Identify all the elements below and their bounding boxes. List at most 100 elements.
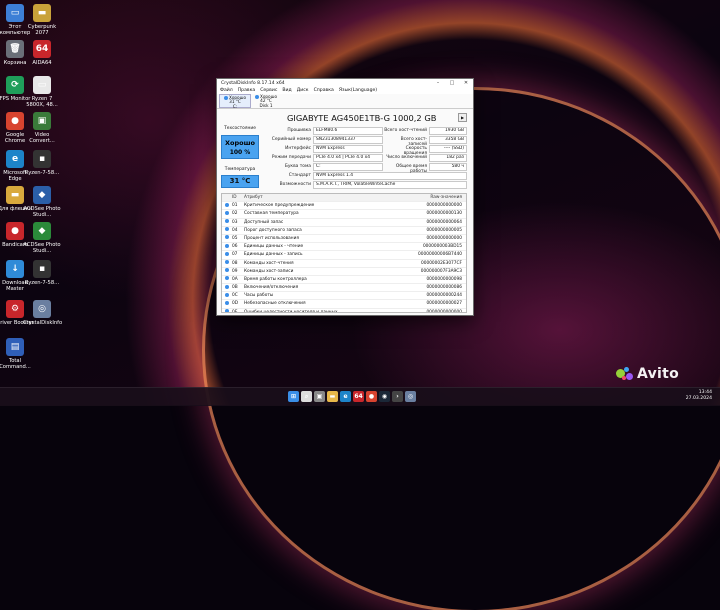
row-id: 0E [232, 309, 238, 313]
window-titlebar[interactable]: CrystalDiskInfo 8.17.14 x64 – □ ✕ [217, 79, 473, 87]
app-icon: ▭ [6, 4, 24, 22]
desktop-icon-label: AIDA64 [32, 60, 52, 66]
desktop-icon-label: Ryzen 7 5800X, 48... [26, 96, 58, 108]
power-hours-label: Общее время работы [395, 164, 427, 174]
table-row[interactable]: 02 Составная температура 0000000000130 [222, 210, 466, 219]
disk-tab-disk1[interactable]: Хорошо 42 °C Disk 1 [251, 94, 281, 108]
desktop-icon-label: ACDSee Photo Studi... [23, 242, 61, 254]
status-dot-icon [225, 268, 229, 273]
chrome-icon[interactable]: ● [366, 391, 377, 402]
menu-edit[interactable]: Правка [238, 88, 255, 93]
row-attribute: Часы работы [244, 293, 274, 299]
steam-icon[interactable]: ◉ [379, 391, 390, 402]
desktop-icon[interactable]: 64 AIDA64 [23, 40, 61, 66]
maximize-icon[interactable]: □ [445, 80, 459, 86]
row-attribute: Команды хост-чтения [244, 260, 294, 266]
avito-watermark: Avito [616, 366, 679, 382]
table-row[interactable]: 03 Доступный запас 0000000000064 [222, 219, 466, 227]
menu-file[interactable]: Файл [220, 88, 233, 93]
desktop-icon[interactable]: ◆ ACDSee Photo Studi... [23, 186, 61, 218]
desktop-icon[interactable]: ▣ Video Convert... [23, 112, 61, 144]
header-raw[interactable]: Raw-значения [419, 194, 466, 201]
desktop-icon[interactable]: ▪ Ryzen-7-58... [23, 260, 61, 286]
terminal-icon[interactable]: › [392, 391, 403, 402]
aida64-icon[interactable]: 64 [353, 391, 364, 402]
table-row[interactable]: 0A Время работы контроллера 0000000000098 [222, 276, 466, 285]
desktop-icon[interactable]: ◎ CrystalDiskInfo [23, 300, 63, 326]
row-attribute: Команды хост-записи [244, 268, 294, 274]
health-status-button[interactable]: Хорошо 100 % [221, 135, 259, 159]
desktop-icon[interactable]: ▤ Total Command... [0, 338, 34, 370]
windows-start-icon[interactable]: ⊞ [288, 391, 299, 402]
edge-icon[interactable]: e [340, 391, 351, 402]
tech-status-label: Техсостояние [224, 126, 256, 131]
menu-view[interactable]: Вид [282, 88, 291, 93]
table-row[interactable]: 01 Критическое предупреждение 000000000000… [222, 202, 466, 211]
header-id[interactable]: ID [232, 194, 244, 201]
app-icon: ◆ [33, 186, 51, 204]
table-row[interactable]: 04 Порог доступного запаса 0000000000005 [222, 227, 466, 235]
drive-title: GIGABYTE AG450E1TB-G 1000,2 GB [287, 113, 437, 123]
explorer-icon[interactable]: ▬ [327, 391, 338, 402]
letter-value: C: [313, 163, 383, 171]
temperature-value[interactable]: 31 °C [221, 175, 259, 188]
disk-tab-c[interactable]: Хорошо 31 °C C: [219, 94, 251, 109]
table-row[interactable]: 08 Команды хост-чтения 00000002E3077CF [222, 260, 466, 268]
task-view-icon[interactable]: ▣ [314, 391, 325, 402]
minimize-icon[interactable]: – [431, 80, 445, 86]
row-id: 0B [232, 285, 238, 291]
row-attribute: Доступный запас [244, 219, 284, 225]
app-icon: ◎ [33, 300, 51, 318]
desktop-icon[interactable]: ▬ Cyberpunk 2077 [23, 4, 61, 36]
menu-disk[interactable]: Диск [297, 88, 309, 93]
table-row[interactable]: 0E Ошибки целостности носителя и данных 00… [222, 309, 466, 313]
system-tray[interactable]: 13:44 27.03.2024 [686, 390, 712, 402]
row-id: 07 [231, 252, 238, 258]
header-attr[interactable]: Атрибут [244, 194, 419, 201]
row-attribute: Небезопасные отключения [244, 301, 306, 307]
status-dot-icon [225, 292, 229, 297]
disk-tabs: Хорошо 31 °C C: Хорошо 42 °C Disk 1 [217, 94, 473, 109]
row-attribute: Порог доступного запаса [244, 227, 302, 233]
crystaldiskinfo-icon[interactable]: ◎ [405, 391, 416, 402]
table-row[interactable]: 07 Единицы данных - запись 00000000006B744… [222, 251, 466, 260]
table-row[interactable]: 0C Часы работы 0000000000244 [222, 292, 466, 301]
menu-language[interactable]: Язык(Language) [339, 88, 377, 93]
table-row[interactable]: 0D Небезопасные отключения 0000000000027 [222, 300, 466, 309]
crystaldiskinfo-window[interactable]: CrystalDiskInfo 8.17.14 x64 – □ ✕ Файл П… [216, 78, 474, 316]
row-raw-value: 0000000000086 [426, 285, 462, 291]
serial-value: SN231308941337 [313, 136, 383, 144]
menu-service[interactable]: Сервис [260, 88, 277, 93]
health-percent: 100 % [229, 149, 251, 156]
desktop-icon-label: Total Command... [0, 358, 31, 370]
interface-value: NVM Express [313, 145, 383, 153]
row-attribute: Процент использования [244, 235, 299, 241]
table-row[interactable]: 06 Единицы данных - чтение 0000000003BD15 [222, 243, 466, 252]
row-attribute: Время работы контроллера [244, 276, 307, 282]
table-row[interactable]: 09 Команды хост-записи 000000007F3A9C3 [222, 268, 466, 276]
row-raw-value: 00000000006B7440 [418, 252, 462, 258]
letter-label: Буква тома [284, 164, 311, 169]
app-icon: ▤ [6, 338, 24, 356]
app-icon: 🗑 [6, 40, 24, 58]
desktop-icon-label: Ryzen-7-58... [24, 170, 60, 176]
smart-table[interactable]: ID Атрибут Raw-значения 01 Критическое пр… [221, 193, 467, 313]
app-icon: ⚙ [6, 300, 24, 318]
table-body: 01 Критическое предупреждение 000000000000… [222, 202, 466, 313]
desktop-icon-label: CrystalDiskInfo [23, 320, 63, 326]
close-icon[interactable]: ✕ [459, 80, 473, 86]
menu-help[interactable]: Справка [314, 88, 334, 93]
status-dot-icon [225, 219, 229, 224]
temperature-label: Температура [224, 167, 256, 172]
app-icon: 64 [33, 40, 51, 58]
next-disk-button[interactable]: ▶ [458, 113, 467, 122]
table-row[interactable]: 05 Процент использования 0000000000000 [222, 235, 466, 244]
desktop-icon[interactable]: ▪ Ryzen-7-58... [23, 150, 61, 176]
table-row[interactable]: 0B Включения/отключения 0000000000086 [222, 284, 466, 293]
app-icon: ● [6, 222, 24, 240]
desktop-icon-label: Ryzen-7-58... [24, 280, 60, 286]
search-icon[interactable]: ⌕ [301, 391, 312, 402]
desktop-icon[interactable]: ◆ ACDSee Photo Studi... [23, 222, 61, 254]
desktop-icon[interactable]: ▭ Ryzen 7 5800X, 48... [23, 76, 61, 108]
app-icon: ▣ [33, 112, 51, 130]
